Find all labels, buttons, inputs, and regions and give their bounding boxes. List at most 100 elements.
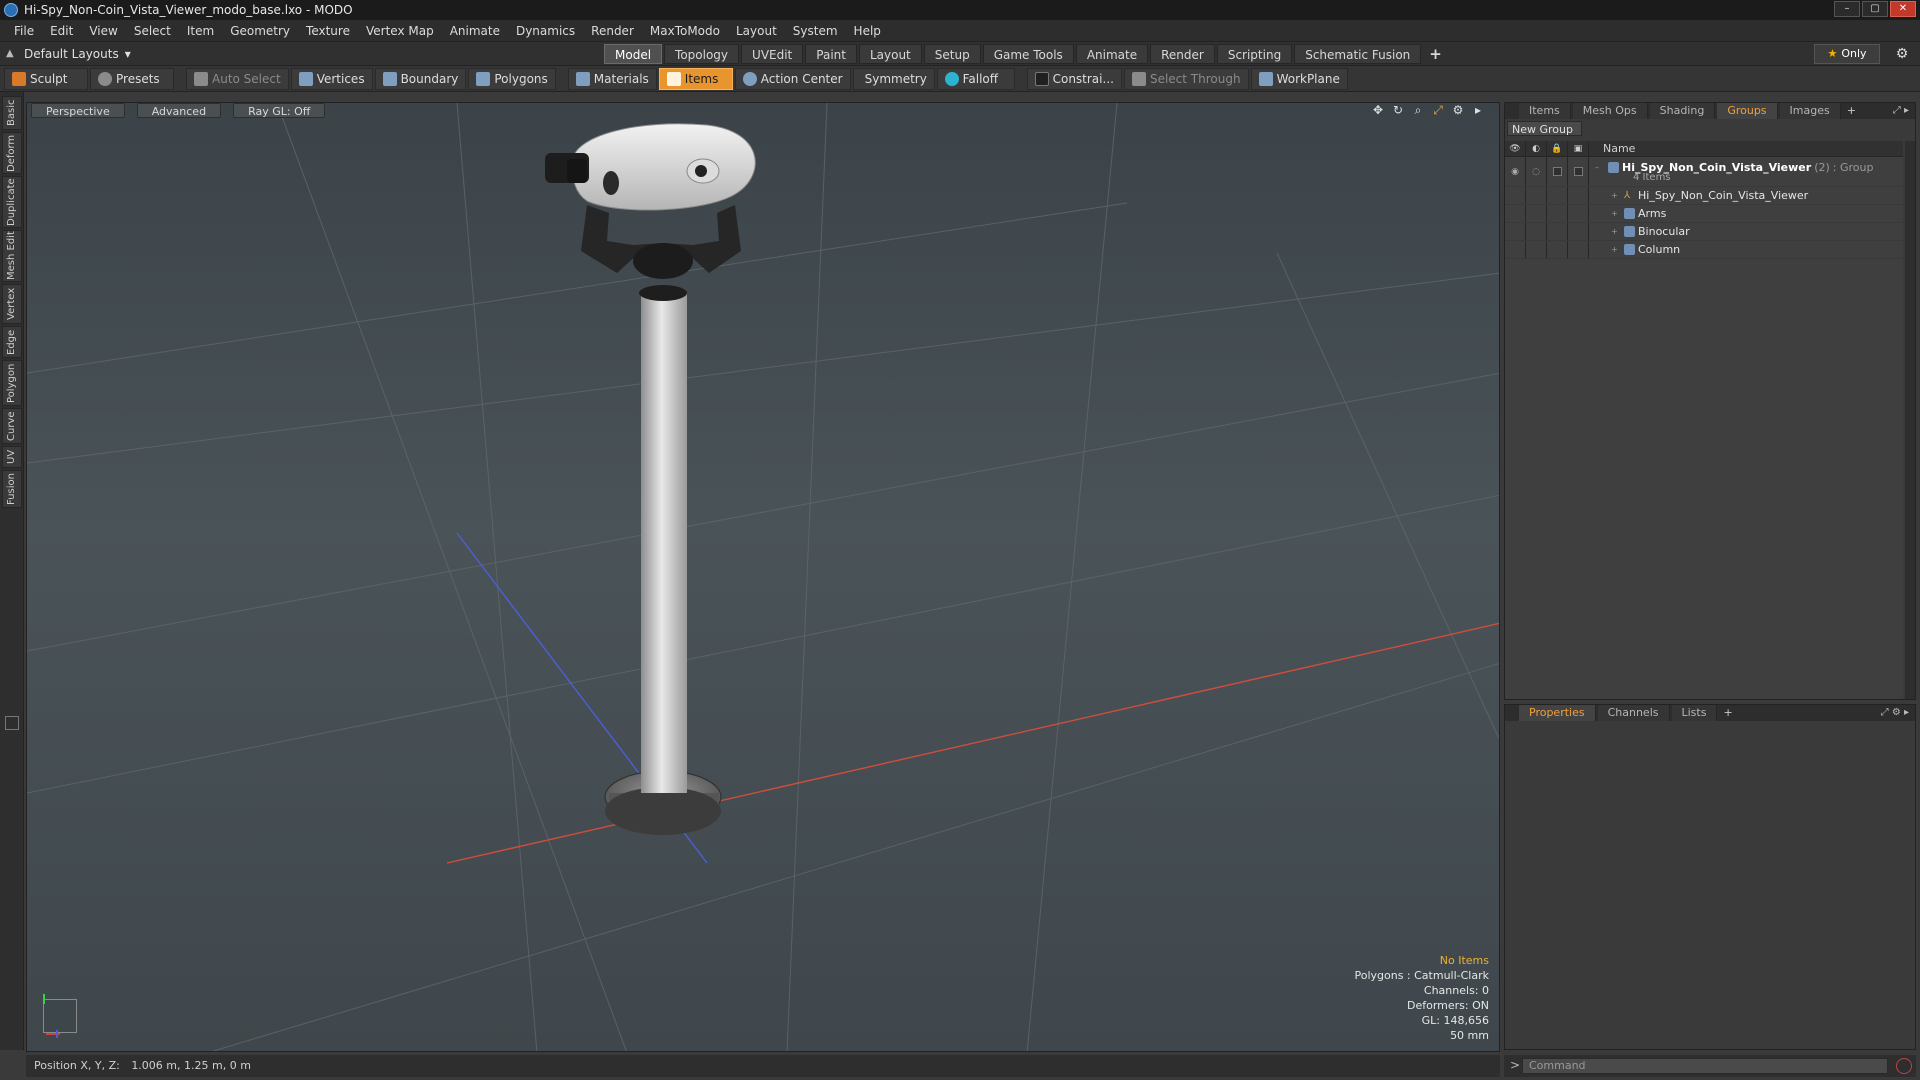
tab-layout[interactable]: Layout	[858, 44, 922, 64]
tab-uvedit[interactable]: UVEdit	[741, 44, 804, 64]
visibility-column-eye-icon[interactable]: 👁	[1505, 140, 1526, 157]
tab-properties[interactable]: Properties	[1519, 705, 1596, 721]
tab-animate[interactable]: Animate	[1075, 44, 1149, 64]
vtab-vertex[interactable]: Vertex	[2, 284, 22, 324]
auto-select-button[interactable]: Auto Select	[186, 67, 289, 90]
tab-scripting[interactable]: Scripting	[1216, 44, 1293, 64]
tab-images[interactable]: Images	[1779, 103, 1841, 119]
polygons-button[interactable]: Polygons	[468, 67, 556, 90]
add-tab-button[interactable]: +	[1843, 103, 1860, 119]
list-item[interactable]: + ⅄ Hi_Spy_Non_Coin_Vista_Viewer	[1505, 187, 1903, 205]
groups-scrollbar[interactable]	[1905, 141, 1915, 699]
group-lock-toggle[interactable]	[1547, 157, 1568, 186]
vtab-curve[interactable]: Curve	[2, 408, 22, 444]
panel-toggle-icon[interactable]	[5, 716, 19, 730]
menu-animate[interactable]: Animate	[442, 24, 508, 38]
tab-schematic-fusion[interactable]: Schematic Fusion	[1294, 44, 1422, 64]
only-button[interactable]: ★ Only	[1814, 44, 1880, 64]
menu-view[interactable]: View	[81, 24, 125, 38]
materials-button[interactable]: Materials	[567, 67, 657, 90]
expand-panel-icon[interactable]: ⤢ ⚙ ▸	[1881, 707, 1909, 718]
expand-icon[interactable]: +	[1611, 245, 1621, 254]
shading-mode-button[interactable]: Advanced	[136, 103, 222, 118]
items-button[interactable]: Items	[658, 67, 733, 90]
minimize-button[interactable]: –	[1834, 1, 1860, 17]
menu-item[interactable]: Item	[179, 24, 222, 38]
tab-lists[interactable]: Lists	[1671, 705, 1718, 721]
vtab-duplicate[interactable]: Duplicate	[2, 176, 22, 228]
tab-render[interactable]: Render	[1150, 44, 1215, 64]
menu-maxtomodo[interactable]: MaxToModo	[642, 24, 728, 38]
add-layout-tab-button[interactable]: +	[1423, 44, 1448, 64]
group-visibility-toggle[interactable]: ◉	[1505, 157, 1526, 186]
menu-edit[interactable]: Edit	[42, 24, 81, 38]
pan-icon[interactable]: ✥	[1371, 103, 1385, 117]
tab-paint[interactable]: Paint	[805, 44, 857, 64]
tab-topology[interactable]: Topology	[664, 44, 740, 64]
menu-dynamics[interactable]: Dynamics	[508, 24, 583, 38]
constraints-button[interactable]: Constrai...	[1026, 67, 1122, 90]
menu-help[interactable]: Help	[846, 24, 889, 38]
zoom-icon[interactable]: ⌕	[1411, 103, 1425, 117]
command-input[interactable]: Command	[1522, 1058, 1888, 1074]
falloff-button[interactable]: Falloff	[936, 67, 1015, 90]
tab-game-tools[interactable]: Game Tools	[982, 44, 1074, 64]
vtab-polygon[interactable]: Polygon	[2, 360, 22, 406]
symmetry-button[interactable]: Symmetry	[852, 67, 935, 90]
list-item[interactable]: + Arms	[1505, 205, 1903, 223]
raygl-button[interactable]: Ray GL: Off	[233, 103, 326, 118]
tab-model[interactable]: Model	[604, 44, 663, 64]
boundary-button[interactable]: Boundary	[374, 67, 467, 90]
tab-channels[interactable]: Channels	[1597, 705, 1670, 721]
sculpt-button[interactable]: Sculpt	[4, 67, 88, 90]
menu-file[interactable]: File	[6, 24, 42, 38]
rotate-icon[interactable]: ↻	[1391, 103, 1405, 117]
layout-preset-dropdown[interactable]: ▲ Default Layouts ▾	[6, 45, 131, 63]
gear-icon[interactable]: ⚙	[1894, 46, 1910, 62]
expand-icon[interactable]: +	[1611, 209, 1621, 218]
render-column-icon[interactable]: ◐	[1526, 140, 1547, 157]
expand-icon[interactable]: +	[1611, 227, 1621, 236]
menu-render[interactable]: Render	[583, 24, 642, 38]
group-render-toggle[interactable]: ◌	[1526, 157, 1547, 186]
expand-icon[interactable]: +	[1611, 191, 1621, 200]
vtab-fusion[interactable]: Fusion	[2, 470, 22, 508]
viewport-menu-arrow-icon[interactable]: ▸	[1471, 103, 1485, 117]
collapse-up-icon[interactable]: ▲	[6, 48, 18, 60]
presets-button[interactable]: Presets	[90, 67, 174, 90]
viewport-settings-icon[interactable]: ⚙	[1451, 103, 1465, 117]
list-item[interactable]: + Column	[1505, 241, 1903, 259]
fit-view-icon[interactable]: ⤢	[1431, 103, 1445, 117]
list-item[interactable]: + Binocular	[1505, 223, 1903, 241]
group-select-toggle[interactable]	[1568, 157, 1589, 186]
vtab-mesh-edit[interactable]: Mesh Edit	[2, 230, 22, 282]
view-type-button[interactable]: Perspective	[31, 103, 125, 118]
vertices-button[interactable]: Vertices	[290, 67, 373, 90]
menu-geometry[interactable]: Geometry	[222, 24, 298, 38]
3d-viewport[interactable]: Perspective Advanced Ray GL: Off ✥ ↻ ⌕ ⤢…	[26, 102, 1500, 1052]
menu-system[interactable]: System	[785, 24, 846, 38]
tab-setup[interactable]: Setup	[923, 44, 981, 64]
tab-shading[interactable]: Shading	[1649, 103, 1716, 119]
expand-panel-icon[interactable]: ⤢ ▸	[1893, 105, 1909, 116]
menu-texture[interactable]: Texture	[298, 24, 358, 38]
vtab-deform[interactable]: Deform	[2, 132, 22, 174]
name-column-header[interactable]: Name	[1589, 142, 1635, 155]
vtab-uv[interactable]: UV	[2, 446, 22, 468]
tab-groups[interactable]: Groups	[1717, 103, 1778, 119]
menu-layout[interactable]: Layout	[728, 24, 785, 38]
workplane-button[interactable]: WorkPlane	[1250, 67, 1348, 90]
maximize-button[interactable]: ▢	[1862, 1, 1888, 17]
vtab-edge[interactable]: Edge	[2, 326, 22, 358]
lock-column-icon[interactable]: 🔒	[1547, 140, 1568, 157]
new-group-button[interactable]: New Group	[1507, 121, 1582, 136]
command-history-icon[interactable]	[1896, 1058, 1912, 1074]
menu-vertex-map[interactable]: Vertex Map	[358, 24, 442, 38]
close-button[interactable]: ✕	[1890, 1, 1916, 17]
menu-select[interactable]: Select	[126, 24, 179, 38]
group-row[interactable]: ◉ ◌ – Hi_Spy_Non_Coin_Vista_Viewer (2) :…	[1505, 157, 1903, 187]
select-column-icon[interactable]: ▣	[1568, 140, 1589, 157]
add-tab-button[interactable]: +	[1719, 705, 1736, 721]
action-center-button[interactable]: Action Center	[734, 67, 851, 90]
tab-mesh-ops[interactable]: Mesh Ops	[1572, 103, 1648, 119]
